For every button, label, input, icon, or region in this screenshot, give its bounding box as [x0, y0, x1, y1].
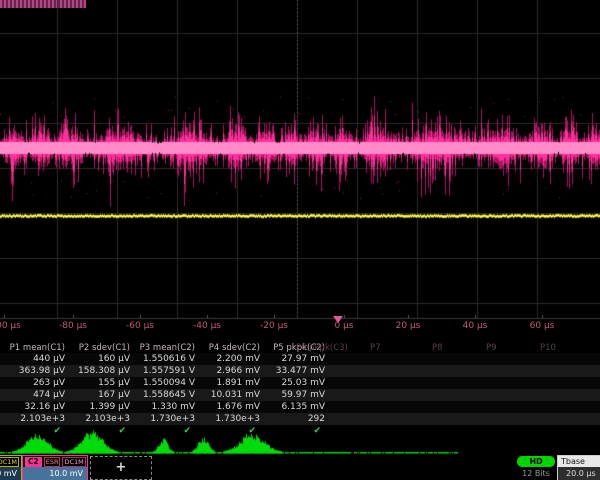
measure-value: 2.966 mV	[197, 365, 260, 377]
measure-value: 10.031 mV	[197, 389, 260, 401]
time-label: 20 µs	[396, 321, 421, 331]
measure-value: 1.730e+3	[132, 413, 195, 425]
time-label: -60 µs	[126, 321, 154, 331]
channel-descriptor-c1[interactable]: C1 DC1M 10.0 mV	[0, 455, 22, 480]
measure-value: 1.558645 V	[132, 389, 195, 401]
timebase-title: Tbase	[558, 456, 600, 467]
measure-value: 1.550616 V	[132, 353, 195, 365]
time-label: -100 µs	[0, 321, 21, 331]
measure-value: 1.676 mV	[197, 401, 260, 413]
channel-descriptor-c2[interactable]: C2 ESR DC1M 10.0 mV	[22, 455, 88, 480]
timebase-value: 20.0 µs	[558, 467, 600, 480]
c2-badge: C2	[25, 457, 42, 467]
measure-value: 2.103e+3	[2, 413, 65, 425]
measure-histicons	[0, 426, 600, 456]
measure-value: 1.330 mV	[132, 401, 195, 413]
time-label: -40 µs	[193, 321, 221, 331]
measure-value: 292	[262, 413, 325, 425]
measure-value: 1.891 mV	[197, 377, 260, 389]
c2-coupling-tag: DC1M	[62, 457, 85, 467]
measure-value: 1.399 µV	[67, 401, 130, 413]
measure-value: 440 µV	[2, 353, 65, 365]
measure-value: 1.730e+3	[197, 413, 260, 425]
measure-value: 155 µV	[67, 377, 130, 389]
measure-value: 6.135 mV	[262, 401, 325, 413]
hd-bits-label: 12 Bits	[511, 469, 561, 478]
measure-value: 2.200 mV	[197, 353, 260, 365]
table-row: 474 µV167 µV1.558645 V10.031 mV59.97 mV	[0, 389, 600, 401]
measure-value: 25.03 mV	[262, 377, 325, 389]
timebase-descriptor[interactable]: Tbase 20.0 µs	[557, 455, 600, 480]
time-label: 40 µs	[463, 321, 488, 331]
add-trace-button[interactable]: +	[90, 456, 152, 480]
c1-vdiv-value: 10.0 mV	[0, 467, 21, 480]
table-row: 440 µV160 µV1.550616 V2.200 mV27.97 mV	[0, 353, 600, 365]
measure-value: 263 µV	[2, 377, 65, 389]
oscilloscope-screen: -100 µs-80 µs-60 µs-40 µs-20 µs0 µs20 µs…	[0, 0, 600, 480]
table-row: 2.103e+32.103e+31.730e+31.730e+3292	[0, 413, 600, 425]
c1-coupling-tag: DC1M	[0, 457, 19, 467]
time-label: -80 µs	[59, 321, 87, 331]
measure-value: 1.550094 V	[132, 377, 195, 389]
waveform-display[interactable]	[0, 0, 600, 322]
table-row: 363.98 µV158.308 µV1.557591 V2.966 mV33.…	[0, 365, 600, 377]
time-label: 60 µs	[530, 321, 555, 331]
measure-value: 160 µV	[67, 353, 130, 365]
table-row: 32.16 µV1.399 µV1.330 mV1.676 mV6.135 mV	[0, 401, 600, 413]
measure-value: 474 µV	[2, 389, 65, 401]
measure-value: 363.98 µV	[2, 365, 65, 377]
measure-value: 1.557591 V	[132, 365, 195, 377]
hd-mode-badge[interactable]: HD	[517, 456, 555, 467]
measure-value: 167 µV	[67, 389, 130, 401]
measure-value: 158.308 µV	[67, 365, 130, 377]
trigger-position-marker[interactable]	[333, 316, 343, 323]
measure-value: 32.16 µV	[2, 401, 65, 413]
measure-value: 27.97 mV	[262, 353, 325, 365]
c2-esr-tag: ESR	[44, 457, 61, 467]
measure-value: 59.97 mV	[262, 389, 325, 401]
c2-vdiv-value: 10.0 mV	[23, 467, 87, 480]
table-row: 263 µV155 µV1.550094 V1.891 mV25.03 mV	[0, 377, 600, 389]
measure-value: 33.477 mV	[262, 365, 325, 377]
time-label: -20 µs	[260, 321, 288, 331]
measure-value: 2.103e+3	[67, 413, 130, 425]
